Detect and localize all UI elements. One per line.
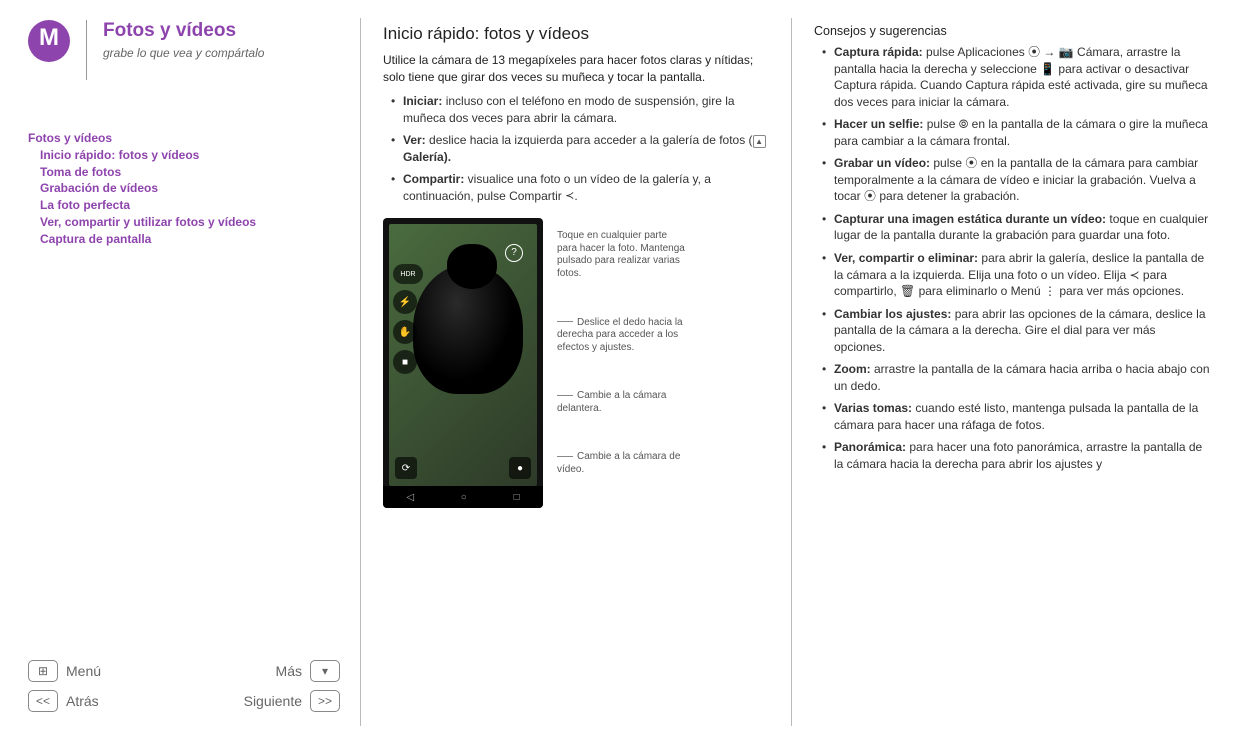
touch-icon[interactable]: ✋ (393, 320, 417, 344)
gallery-icon: ▲ (753, 135, 766, 148)
callout-text: Cambie a la cámara de vídeo. (557, 451, 680, 475)
help-icon[interactable]: ? (505, 244, 523, 262)
tip-label: Varias tomas: (834, 401, 912, 415)
page-subtitle: grabe lo que vea y compártalo (103, 46, 264, 60)
camera-viewfinder: ? HDR ⚡ ✋ ■ ⟳ ● (389, 224, 537, 486)
list-item: Ver: deslice hacia la izquierda para acc… (395, 132, 773, 165)
toc-item[interactable]: Toma de fotos (40, 164, 340, 181)
page-title: Fotos y vídeos (103, 20, 264, 42)
tips-title: Consejos y sugerencias (814, 24, 1210, 38)
bullet-text: incluso con el teléfono en modo de suspe… (403, 94, 735, 125)
back-icon[interactable]: << (28, 690, 58, 712)
callout-text: Deslice el dedo hacia la derecha para ac… (557, 317, 683, 353)
record-icon[interactable]: ● (509, 457, 531, 479)
intro-text: Utilice la cámara de 13 megapíxeles para… (383, 52, 773, 85)
callout-text: Cambie a la cámara delantera. (557, 390, 666, 414)
switch-camera-icon[interactable]: ⟳ (395, 457, 417, 479)
menu-icon[interactable]: ⊞ (28, 660, 58, 682)
nav-home-icon[interactable]: ○ (461, 492, 467, 503)
tip-item: Grabar un vídeo: pulse ⦿ en la pantalla … (826, 155, 1210, 205)
bullet-label: Iniciar: (403, 94, 442, 108)
list-item: Iniciar: incluso con el teléfono en modo… (395, 93, 773, 126)
toc-item[interactable]: Captura de pantalla (40, 231, 340, 248)
tip-item: Captura rápida: pulse Aplicaciones ⦿ → 📷… (826, 44, 1210, 110)
android-nav-bar: ◁ ○ □ (383, 486, 543, 508)
header-divider (86, 20, 87, 80)
toc-root[interactable]: Fotos y vídeos (28, 130, 340, 147)
nav-recent-icon[interactable]: □ (514, 492, 520, 503)
table-of-contents: Fotos y vídeos Inicio rápido: fotos y ví… (28, 130, 340, 248)
tip-text: arrastre la pantalla de la cámara hacia … (834, 362, 1210, 393)
video-mode-icon[interactable]: ■ (393, 350, 417, 374)
tip-item: Cambiar los ajustes: para abrir las opci… (826, 306, 1210, 356)
toc-item[interactable]: Ver, compartir y utilizar fotos y vídeos (40, 214, 340, 231)
bullet-tail: . (574, 189, 577, 203)
tip-label: Hacer un selfie: (834, 117, 923, 131)
next-button[interactable]: Siguiente (244, 693, 302, 709)
tip-item: Capturar una imagen estática durante un … (826, 211, 1210, 244)
motorola-logo (28, 20, 70, 62)
next-icon[interactable]: >> (310, 690, 340, 712)
tip-label: Capturar una imagen estática durante un … (834, 212, 1106, 226)
tip-label: Cambiar los ajustes: (834, 307, 951, 321)
photo-subject-dog (413, 264, 523, 394)
tip-item: Zoom: arrastre la pantalla de la cámara … (826, 361, 1210, 394)
tip-item: Varias tomas: cuando esté listo, manteng… (826, 400, 1210, 433)
phone-mockup: ? HDR ⚡ ✋ ■ ⟳ ● ◁ ○ □ (383, 218, 543, 508)
bullet-label: Ver: (403, 133, 426, 147)
more-icon[interactable]: ▾ (310, 660, 340, 682)
share-icon: ≺ (565, 189, 574, 204)
bullet-label: Compartir: (403, 172, 464, 186)
bullet-tail: Galería). (403, 150, 451, 164)
nav-back-icon[interactable]: ◁ (406, 492, 414, 503)
tip-label: Panorámica: (834, 440, 906, 454)
toc-item[interactable]: Grabación de vídeos (40, 180, 340, 197)
toc-item[interactable]: La foto perfecta (40, 197, 340, 214)
tip-label: Grabar un vídeo: (834, 156, 930, 170)
more-button[interactable]: Más (252, 663, 302, 679)
tip-label: Captura rápida: (834, 45, 923, 59)
menu-button[interactable]: Menú (66, 663, 116, 679)
tip-item: Ver, compartir o eliminar: para abrir la… (826, 250, 1210, 300)
flash-icon[interactable]: ⚡ (393, 290, 417, 314)
toc-item[interactable]: Inicio rápido: fotos y vídeos (40, 147, 340, 164)
section-title: Inicio rápido: fotos y vídeos (383, 24, 773, 44)
tip-label: Zoom: (834, 362, 871, 376)
tip-label: Ver, compartir o eliminar: (834, 251, 978, 265)
bullet-text: deslice hacia la izquierda para acceder … (426, 133, 753, 147)
tip-item: Hacer un selfie: pulse ⦾ en la pantalla … (826, 116, 1210, 149)
list-item: Compartir: visualice una foto o un vídeo… (395, 171, 773, 204)
back-button[interactable]: Atrás (66, 693, 116, 709)
callout-text: Toque en cualquier parte para hacer la f… (557, 230, 687, 280)
figure-callouts: Toque en cualquier parte para hacer la f… (557, 218, 687, 508)
hdr-icon[interactable]: HDR (393, 264, 423, 284)
tip-item: Panorámica: para hacer una foto panorámi… (826, 439, 1210, 472)
